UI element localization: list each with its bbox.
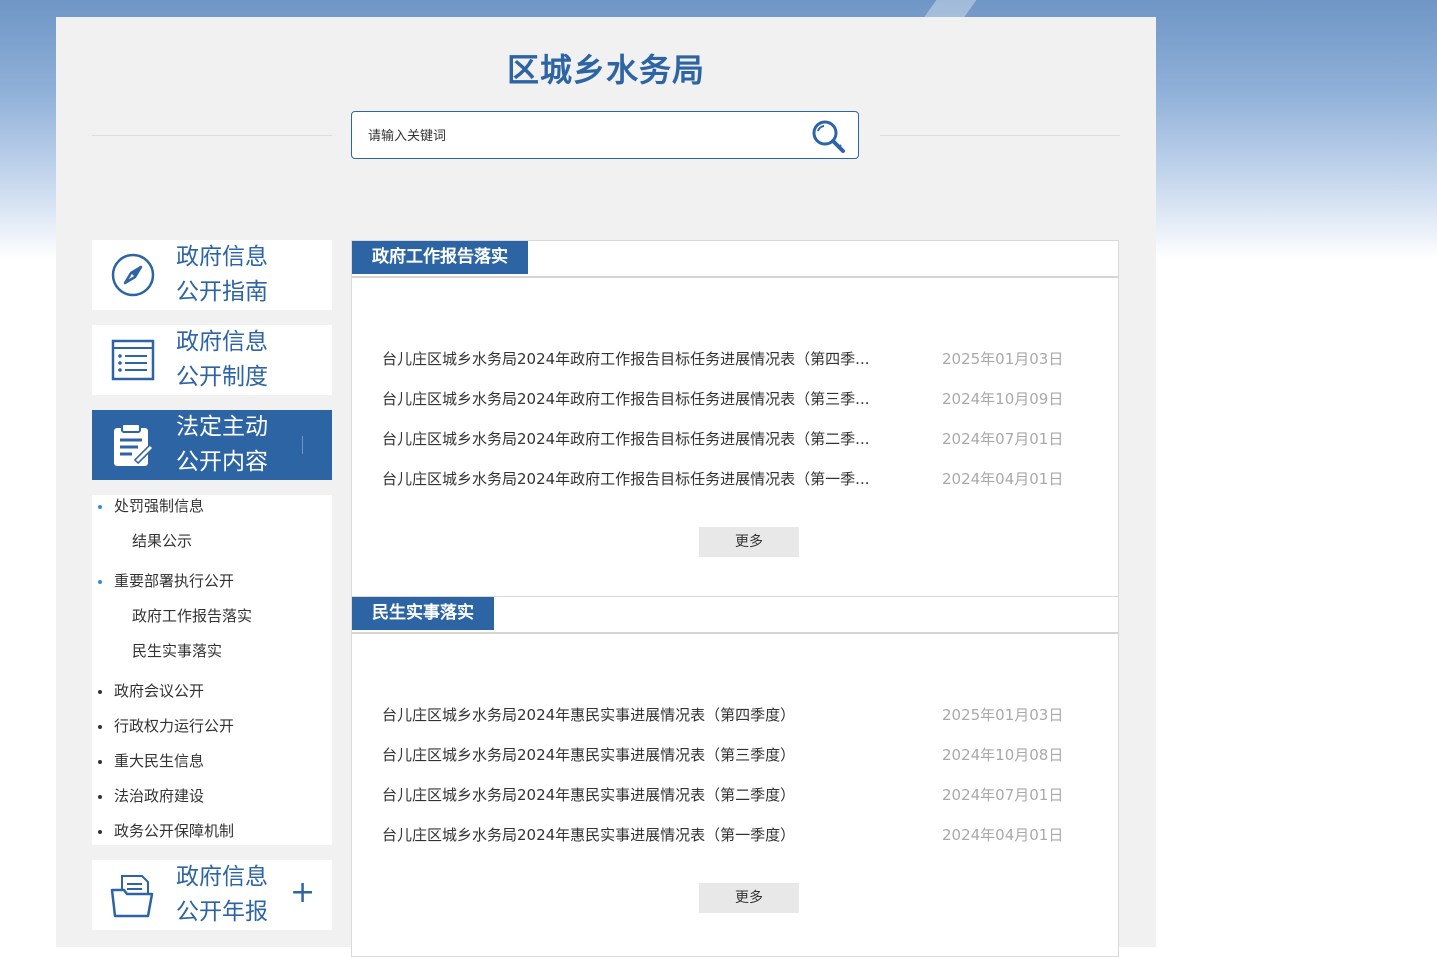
list-item-title[interactable]: 台儿庄区城乡水务局2024年政府工作报告目标任务进展情况表（第二季...	[382, 428, 869, 449]
list-item[interactable]: 台儿庄区城乡水务局2024年惠民实事进展情况表（第二季度） 2024年07月01…	[382, 784, 1082, 806]
search-key-icon	[812, 120, 845, 153]
list-item-title[interactable]: 台儿庄区城乡水务局2024年政府工作报告目标任务进展情况表（第三季...	[382, 388, 869, 409]
divider-left	[92, 135, 332, 136]
section-header: 政府工作报告落实	[352, 241, 1118, 278]
submenu-item-penalty[interactable]: 处罚强制信息	[114, 495, 204, 516]
list-item-date: 2025年01月03日	[942, 706, 1064, 724]
submenu-item-gov-report[interactable]: 政府工作报告落实	[132, 605, 252, 626]
list-item-title[interactable]: 台儿庄区城乡水务局2024年政府工作报告目标任务进展情况表（第四季...	[382, 348, 869, 369]
list-item-date: 2024年07月01日	[942, 786, 1064, 804]
bullet-icon	[98, 690, 102, 694]
search-button[interactable]	[810, 118, 846, 154]
bullet-icon	[98, 725, 102, 729]
search-box	[351, 111, 859, 159]
submenu-item-meetings[interactable]: 政府会议公开	[114, 680, 204, 701]
search-input[interactable]	[366, 124, 790, 148]
submenu-item-major-livelihood[interactable]: 重大民生信息	[114, 750, 204, 771]
site-title: 区城乡水务局	[506, 51, 705, 89]
bullet-icon	[98, 505, 102, 509]
light-streak	[923, 0, 977, 18]
list-item-title[interactable]: 台儿庄区城乡水务局2024年惠民实事进展情况表（第二季度）	[382, 784, 795, 805]
submenu-item-key-deployment[interactable]: 重要部署执行公开	[114, 570, 234, 591]
submenu-item-livelihood[interactable]: 民生实事落实	[132, 640, 222, 661]
list-item-title[interactable]: 台儿庄区城乡水务局2024年惠民实事进展情况表（第四季度）	[382, 704, 795, 725]
section-livelihood: 民生实事落实 台儿庄区城乡水务局2024年惠民实事进展情况表（第四季度） 202…	[351, 597, 1119, 957]
nav-statutory[interactable]: 法定主动 公开内容	[92, 410, 332, 480]
nav-statutory-line1: 法定主动	[176, 414, 268, 440]
nav-statutory-line2: 公开内容	[176, 449, 268, 475]
list-item-date: 2024年10月08日	[942, 746, 1064, 764]
list-item-date: 2024年10月09日	[942, 390, 1064, 408]
section-gov-report: 政府工作报告落实 台儿庄区城乡水务局2024年政府工作报告目标任务进展情况表（第…	[351, 240, 1119, 597]
nav-annual-line2: 公开年报	[176, 899, 268, 925]
submenu-item-result-publicity[interactable]: 结果公示	[132, 530, 192, 551]
nav-guide[interactable]: 政府信息 公开指南	[92, 240, 332, 310]
bullet-icon	[98, 830, 102, 834]
more-button[interactable]: 更多	[699, 883, 799, 913]
expand-plus-icon[interactable]: +	[290, 878, 315, 908]
nav-system-label: 政府信息 公开制度	[176, 325, 296, 395]
list-item[interactable]: 台儿庄区城乡水务局2024年惠民实事进展情况表（第三季度） 2024年10月08…	[382, 744, 1082, 766]
submenu-item-guarantee[interactable]: 政务公开保障机制	[114, 820, 234, 841]
list-item-date: 2024年04月01日	[942, 470, 1064, 488]
nav-annual-label: 政府信息 公开年报	[176, 860, 296, 930]
section-title[interactable]: 政府工作报告落实	[352, 241, 528, 274]
folder-report-icon	[110, 875, 154, 918]
list-item-date: 2024年04月01日	[942, 826, 1064, 844]
nav-guide-line1: 政府信息	[176, 244, 268, 270]
list-item[interactable]: 台儿庄区城乡水务局2024年惠民实事进展情况表（第一季度） 2024年04月01…	[382, 824, 1082, 846]
list-item-date: 2025年01月03日	[942, 350, 1064, 368]
list-item-title[interactable]: 台儿庄区城乡水务局2024年政府工作报告目标任务进展情况表（第一季...	[382, 468, 869, 489]
nav-guide-line2: 公开指南	[176, 279, 268, 305]
nav-annual-line1: 政府信息	[176, 864, 268, 890]
list-item[interactable]: 台儿庄区城乡水务局2024年政府工作报告目标任务进展情况表（第一季... 202…	[382, 468, 1082, 490]
submenu: 处罚强制信息 结果公示 重要部署执行公开 政府工作报告落实 民生实事落实 政府会…	[92, 495, 332, 845]
bullet-icon	[98, 795, 102, 799]
nav-system-line1: 政府信息	[176, 329, 268, 355]
nav-annual[interactable]: 政府信息 公开年报 +	[92, 860, 332, 930]
collapse-indicator	[302, 436, 303, 454]
divider-right	[880, 135, 1120, 136]
list-item-date: 2024年07月01日	[942, 430, 1064, 448]
list-item[interactable]: 台儿庄区城乡水务局2024年惠民实事进展情况表（第四季度） 2025年01月03…	[382, 704, 1082, 726]
bullet-icon	[98, 580, 102, 584]
compass-icon	[111, 253, 155, 297]
list-document-icon	[111, 339, 155, 381]
nav-statutory-label: 法定主动 公开内容	[176, 410, 296, 480]
main-panel: 区城乡水务局 政府信息 公开指南	[56, 17, 1156, 957]
section-header: 民生实事落实	[352, 597, 1118, 634]
list-item-title[interactable]: 台儿庄区城乡水务局2024年惠民实事进展情况表（第一季度）	[382, 824, 795, 845]
list-item[interactable]: 台儿庄区城乡水务局2024年政府工作报告目标任务进展情况表（第四季... 202…	[382, 348, 1082, 370]
submenu-item-admin-power[interactable]: 行政权力运行公开	[114, 715, 234, 736]
nav-system-line2: 公开制度	[176, 364, 268, 390]
clipboard-edit-icon	[114, 423, 155, 466]
list-item[interactable]: 台儿庄区城乡水务局2024年政府工作报告目标任务进展情况表（第二季... 202…	[382, 428, 1082, 450]
more-button[interactable]: 更多	[699, 527, 799, 557]
submenu-item-rule-of-law[interactable]: 法治政府建设	[114, 785, 204, 806]
list-item-title[interactable]: 台儿庄区城乡水务局2024年惠民实事进展情况表（第三季度）	[382, 744, 795, 765]
nav-system[interactable]: 政府信息 公开制度	[92, 325, 332, 395]
list-item[interactable]: 台儿庄区城乡水务局2024年政府工作报告目标任务进展情况表（第三季... 202…	[382, 388, 1082, 410]
nav-guide-label: 政府信息 公开指南	[176, 240, 296, 310]
bullet-icon	[98, 760, 102, 764]
section-title[interactable]: 民生实事落实	[352, 597, 494, 630]
